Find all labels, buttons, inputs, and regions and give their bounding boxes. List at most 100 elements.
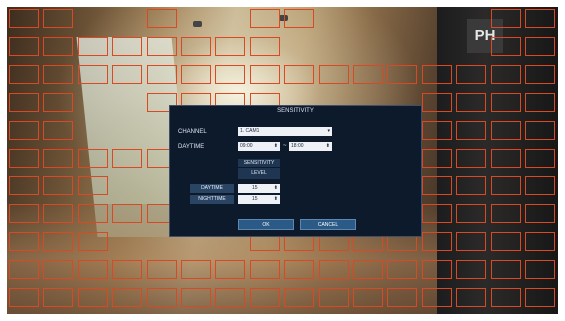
motion-grid-cell[interactable] <box>387 260 418 280</box>
motion-grid-cell[interactable] <box>490 204 521 224</box>
motion-grid-cell[interactable] <box>490 92 521 112</box>
motion-grid-cell[interactable] <box>490 36 521 56</box>
motion-grid-cell[interactable] <box>525 148 555 168</box>
motion-grid-cell[interactable] <box>456 92 487 112</box>
motion-grid-cell[interactable] <box>9 120 39 140</box>
motion-grid-cell[interactable] <box>490 260 521 280</box>
motion-grid-cell[interactable] <box>490 232 521 252</box>
motion-grid-cell[interactable] <box>490 9 521 28</box>
motion-grid-cell[interactable] <box>456 260 487 280</box>
daytime-start-spinner[interactable]: 09:00 ⬍ <box>238 142 280 151</box>
motion-grid-cell[interactable] <box>284 9 315 28</box>
cancel-button[interactable]: CANCEL <box>300 219 356 230</box>
motion-grid-cell[interactable] <box>421 176 452 196</box>
motion-grid-cell[interactable] <box>43 36 74 56</box>
motion-grid-cell[interactable] <box>456 120 487 140</box>
motion-grid-cell[interactable] <box>146 260 177 280</box>
motion-grid-cell[interactable] <box>249 9 280 28</box>
motion-grid-cell[interactable] <box>353 288 383 307</box>
motion-grid-cell[interactable] <box>249 36 280 56</box>
motion-grid-cell[interactable] <box>181 36 211 56</box>
motion-grid-cell[interactable] <box>490 64 521 84</box>
motion-grid-cell[interactable] <box>525 92 555 112</box>
motion-grid-cell[interactable] <box>43 260 74 280</box>
motion-grid-cell[interactable] <box>284 260 315 280</box>
motion-grid-cell[interactable] <box>181 260 211 280</box>
motion-grid-cell[interactable] <box>43 232 74 252</box>
motion-grid-cell[interactable] <box>215 64 246 84</box>
ok-button[interactable]: OK <box>238 219 294 230</box>
channel-select[interactable]: 1. CAM1 ▾ <box>238 127 332 136</box>
daytime-end-spinner[interactable]: 18:00 ⬍ <box>289 142 332 151</box>
motion-grid-cell[interactable] <box>456 176 487 196</box>
motion-grid-cell[interactable] <box>43 204 74 224</box>
motion-grid-cell[interactable] <box>43 288 74 307</box>
motion-grid-cell[interactable] <box>249 288 280 307</box>
motion-grid-cell[interactable] <box>77 64 108 84</box>
motion-grid-cell[interactable] <box>146 64 177 84</box>
motion-grid-cell[interactable] <box>9 64 39 84</box>
motion-grid-cell[interactable] <box>456 148 487 168</box>
motion-grid-cell[interactable] <box>525 176 555 196</box>
motion-grid-cell[interactable] <box>318 260 349 280</box>
motion-grid-cell[interactable] <box>284 288 315 307</box>
motion-grid-cell[interactable] <box>112 288 143 307</box>
motion-grid-cell[interactable] <box>421 64 452 84</box>
motion-grid-cell[interactable] <box>353 260 383 280</box>
motion-grid-cell[interactable] <box>318 288 349 307</box>
motion-grid-cell[interactable] <box>318 64 349 84</box>
motion-grid-cell[interactable] <box>9 148 39 168</box>
motion-grid-cell[interactable] <box>112 204 143 224</box>
motion-grid-cell[interactable] <box>77 204 108 224</box>
motion-grid-cell[interactable] <box>43 64 74 84</box>
motion-grid-cell[interactable] <box>43 9 74 28</box>
motion-grid-cell[interactable] <box>9 9 39 28</box>
motion-grid-cell[interactable] <box>112 148 143 168</box>
motion-grid-cell[interactable] <box>284 64 315 84</box>
motion-grid-cell[interactable] <box>525 232 555 252</box>
motion-grid-cell[interactable] <box>146 36 177 56</box>
motion-grid-cell[interactable] <box>490 288 521 307</box>
motion-grid-cell[interactable] <box>421 204 452 224</box>
motion-grid-cell[interactable] <box>421 148 452 168</box>
motion-grid-cell[interactable] <box>525 120 555 140</box>
motion-grid-cell[interactable] <box>490 176 521 196</box>
motion-grid-cell[interactable] <box>421 260 452 280</box>
motion-grid-cell[interactable] <box>112 260 143 280</box>
motion-grid-cell[interactable] <box>77 288 108 307</box>
nighttime-level-spinner[interactable]: 15 ⬍ <box>238 195 280 204</box>
motion-grid-cell[interactable] <box>456 64 487 84</box>
motion-grid-cell[interactable] <box>181 64 211 84</box>
motion-grid-cell[interactable] <box>421 288 452 307</box>
motion-grid-cell[interactable] <box>215 36 246 56</box>
daytime-level-spinner[interactable]: 15 ⬍ <box>238 184 280 193</box>
motion-grid-cell[interactable] <box>525 36 555 56</box>
motion-grid-cell[interactable] <box>146 9 177 28</box>
motion-grid-cell[interactable] <box>421 120 452 140</box>
motion-grid-cell[interactable] <box>249 64 280 84</box>
motion-grid-cell[interactable] <box>215 260 246 280</box>
motion-grid-cell[interactable] <box>112 36 143 56</box>
motion-grid-cell[interactable] <box>456 288 487 307</box>
motion-grid-cell[interactable] <box>9 204 39 224</box>
motion-grid-cell[interactable] <box>9 176 39 196</box>
motion-grid-cell[interactable] <box>43 92 74 112</box>
motion-grid-cell[interactable] <box>9 232 39 252</box>
motion-grid-cell[interactable] <box>525 288 555 307</box>
motion-grid-cell[interactable] <box>215 288 246 307</box>
motion-grid-cell[interactable] <box>146 288 177 307</box>
motion-grid-cell[interactable] <box>490 148 521 168</box>
motion-grid-cell[interactable] <box>525 64 555 84</box>
motion-grid-cell[interactable] <box>77 232 108 252</box>
motion-grid-cell[interactable] <box>9 92 39 112</box>
motion-grid-cell[interactable] <box>490 120 521 140</box>
motion-grid-cell[interactable] <box>456 204 487 224</box>
motion-grid-cell[interactable] <box>77 148 108 168</box>
motion-grid-cell[interactable] <box>43 120 74 140</box>
motion-grid-cell[interactable] <box>43 176 74 196</box>
motion-grid-cell[interactable] <box>43 148 74 168</box>
motion-grid-cell[interactable] <box>353 64 383 84</box>
motion-grid-cell[interactable] <box>387 288 418 307</box>
motion-grid-cell[interactable] <box>525 9 555 28</box>
motion-grid-cell[interactable] <box>249 260 280 280</box>
